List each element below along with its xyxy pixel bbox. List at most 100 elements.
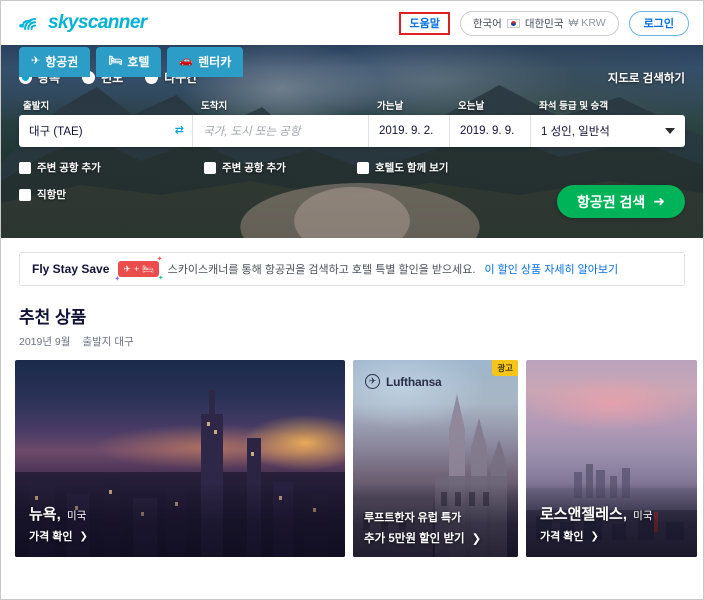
card-los-angeles-cta-label: 가격 확인 bbox=[540, 531, 584, 543]
checkbox-include-hotels-box bbox=[357, 161, 369, 174]
tab-hotels[interactable]: 🛏 호텔 bbox=[96, 47, 162, 77]
passengers-select[interactable]: 1 성인, 일반석 bbox=[531, 115, 685, 147]
bed-icon: 🛏 bbox=[142, 263, 154, 274]
checkbox-nearby-origin-box bbox=[19, 161, 31, 174]
checkbox-nearby-destination[interactable]: 주변 공항 추가 bbox=[204, 160, 357, 175]
sparkle-icon: ✦ bbox=[114, 276, 121, 283]
help-link[interactable]: 도움말 bbox=[409, 15, 439, 31]
checkbox-row-1: 주변 공항 추가 주변 공항 추가 호텔도 함께 보기 bbox=[19, 160, 685, 175]
card-lufthansa-headline: 루프트한자 유럽 특가 bbox=[364, 512, 462, 524]
recommend-title: 추천 상품 bbox=[19, 308, 87, 327]
bed-icon: 🛏 bbox=[108, 55, 123, 67]
label-return-date: 오는날 bbox=[458, 101, 485, 112]
recommend-month: 2019년 9월 bbox=[19, 336, 71, 348]
label-passengers: 좌석 등급 및 승객 bbox=[539, 101, 609, 112]
lufthansa-logo: ✈ Lufthansa bbox=[365, 374, 442, 389]
skyscanner-cloud-icon bbox=[19, 18, 36, 30]
ad-badge: 광고 bbox=[492, 360, 518, 376]
card-los-angeles-title: 로스앤젤레스, 미국 bbox=[540, 506, 653, 523]
checkbox-direct-only-box bbox=[19, 188, 31, 201]
depart-date-input[interactable]: 2019. 9. 2. bbox=[369, 115, 450, 147]
chevron-right-icon: ❯ bbox=[590, 530, 599, 542]
lufthansa-name: Lufthansa bbox=[386, 374, 442, 389]
airplane-icon: ✈ bbox=[123, 263, 131, 274]
field-label-row: 출발지 도착지 가는날 오는날 좌석 등급 및 승객 bbox=[19, 98, 685, 112]
card-new-york-city: 뉴욕 bbox=[29, 506, 57, 523]
skyscanner-homepage: skyscanner 도움말 한국어 대한민국 ₩ KRW 로그인 ✈ 항공권 … bbox=[0, 0, 704, 600]
card-lufthansa-ad[interactable]: 광고 ✈ Lufthansa 루프트한자 유럽 특가 추가 5만원 할인 받기 … bbox=[353, 360, 518, 557]
tab-flights[interactable]: ✈ 항공권 bbox=[19, 47, 91, 77]
chevron-down-icon bbox=[665, 128, 675, 134]
tab-car-rental-label: 렌터카 bbox=[198, 55, 232, 69]
search-flights-button[interactable]: 항공권 검색 ➜ bbox=[556, 185, 685, 218]
promo-learn-more-link[interactable]: 이 할인 상품 자세히 알아보기 bbox=[484, 261, 618, 277]
chevron-right-icon: ❯ bbox=[471, 533, 482, 545]
card-lufthansa-body: 루프트한자 유럽 특가 추가 5만원 할인 받기 ❯ bbox=[364, 509, 481, 546]
search-flights-button-label: 항공권 검색 bbox=[576, 193, 646, 210]
checkbox-nearby-origin[interactable]: 주변 공항 추가 bbox=[19, 160, 204, 175]
product-tabs: ✈ 항공권 🛏 호텔 🚗 렌터카 bbox=[19, 47, 244, 77]
checkbox-include-hotels-label: 호텔도 함께 보기 bbox=[375, 162, 449, 174]
card-los-angeles-country: 미국 bbox=[633, 510, 653, 522]
locale-selector[interactable]: 한국어 대한민국 ₩ KRW bbox=[459, 10, 619, 36]
label-depart-date: 가는날 bbox=[377, 101, 404, 112]
recommend-subtitle: 2019년 9월 출발지 대구 bbox=[19, 334, 685, 349]
card-new-york-title: 뉴욕, 미국 bbox=[29, 506, 87, 523]
promo-title: Fly Stay Save bbox=[32, 262, 110, 276]
tab-flights-label: 항공권 bbox=[45, 55, 79, 69]
sparkle-icon: ✦ bbox=[157, 275, 164, 282]
card-new-york-country: 미국 bbox=[66, 510, 87, 522]
card-new-york[interactable]: 뉴욕, 미국 가격 확인 ❯ bbox=[15, 360, 345, 557]
checkbox-direct-only-label: 직항만 bbox=[37, 189, 66, 201]
origin-input[interactable]: 대구 (TAE) ⇄ bbox=[19, 115, 193, 147]
tab-hotels-label: 호텔 bbox=[127, 55, 150, 69]
card-los-angeles-body: 로스앤젤레스, 미국 가격 확인 ❯ bbox=[540, 503, 652, 544]
swap-airports-icon[interactable]: ⇄ bbox=[175, 125, 184, 137]
search-by-map-link[interactable]: 지도로 검색하기 bbox=[608, 70, 685, 86]
skyscanner-logo[interactable]: skyscanner bbox=[19, 12, 147, 34]
card-los-angeles-city: 로스앤젤레스 bbox=[540, 506, 623, 523]
lufthansa-crane-icon: ✈ bbox=[365, 374, 380, 389]
card-lufthansa-cta-label: 추가 5만원 할인 받기 bbox=[364, 533, 465, 545]
checkbox-nearby-destination-box bbox=[204, 161, 216, 174]
login-button[interactable]: 로그인 bbox=[628, 10, 689, 36]
airplane-plus-bed-badge-icon: ✈ + 🛏 ✦ ✦ ✦ bbox=[114, 256, 163, 283]
destination-placeholder: 국가, 도시 또는 공항 bbox=[203, 126, 301, 138]
recommend-origin: 출발지 대구 bbox=[82, 336, 134, 348]
passengers-value: 1 성인, 일반석 bbox=[541, 126, 610, 138]
card-lufthansa-cta[interactable]: 추가 5만원 할인 받기 ❯ bbox=[364, 530, 481, 546]
brand-name: skyscanner bbox=[48, 12, 147, 33]
return-date-value: 2019. 9. 9. bbox=[460, 125, 515, 137]
korea-flag-icon bbox=[506, 18, 520, 28]
card-new-york-cta[interactable]: 가격 확인 ❯ bbox=[29, 528, 88, 544]
login-button-label: 로그인 bbox=[643, 18, 674, 30]
return-date-input[interactable]: 2019. 9. 9. bbox=[450, 115, 531, 147]
card-los-angeles-cta[interactable]: 가격 확인 ❯ bbox=[540, 528, 652, 544]
checkbox-include-hotels[interactable]: 호텔도 함께 보기 bbox=[357, 160, 448, 175]
top-bar-actions: 도움말 한국어 대한민국 ₩ KRW 로그인 bbox=[399, 10, 689, 36]
airplane-icon: ✈ bbox=[31, 55, 41, 67]
depart-date-value: 2019. 9. 2. bbox=[379, 125, 434, 137]
origin-value: 대구 (TAE) bbox=[29, 126, 83, 138]
checkbox-direct-only[interactable]: 직항만 bbox=[19, 187, 66, 202]
top-bar: skyscanner 도움말 한국어 대한민국 ₩ KRW 로그인 bbox=[1, 1, 703, 45]
card-new-york-body: 뉴욕, 미국 가격 확인 ❯ bbox=[29, 503, 88, 544]
fly-stay-save-banner[interactable]: Fly Stay Save ✈ + 🛏 ✦ ✦ ✦ 스카이스캐너를 통해 항공권… bbox=[19, 252, 685, 286]
card-los-angeles[interactable]: 로스앤젤레스, 미국 가격 확인 ❯ bbox=[526, 360, 697, 557]
destination-input[interactable]: 국가, 도시 또는 공항 bbox=[193, 115, 369, 147]
label-origin: 출발지 bbox=[23, 101, 50, 112]
promo-banner-wrap: Fly Stay Save ✈ + 🛏 ✦ ✦ ✦ 스카이스캐너를 통해 항공권… bbox=[1, 238, 703, 286]
sparkle-icon: ✦ bbox=[156, 256, 163, 263]
promo-text: 스카이스캐너를 통해 항공권을 검색하고 호텔 특별 할인을 받으세요. bbox=[167, 264, 476, 276]
chevron-right-icon: ❯ bbox=[79, 530, 88, 542]
locale-country: 대한민국 bbox=[524, 17, 564, 30]
label-destination: 도착지 bbox=[201, 101, 228, 112]
recommend-header: 추천 상품 2019년 9월 출발지 대구 bbox=[1, 286, 703, 349]
tab-car-rental[interactable]: 🚗 렌터카 bbox=[167, 47, 244, 77]
locale-currency: ₩ KRW bbox=[568, 17, 606, 29]
car-icon: 🚗 bbox=[179, 55, 194, 67]
recommend-cards: 뉴욕, 미국 가격 확인 ❯ 광고 ✈ Lufthansa 루프트한자 유럽 특… bbox=[1, 349, 703, 557]
plus-icon: + bbox=[133, 264, 140, 274]
arrow-right-icon: ➜ bbox=[653, 193, 665, 209]
checkbox-nearby-destination-label: 주변 공항 추가 bbox=[222, 162, 286, 174]
